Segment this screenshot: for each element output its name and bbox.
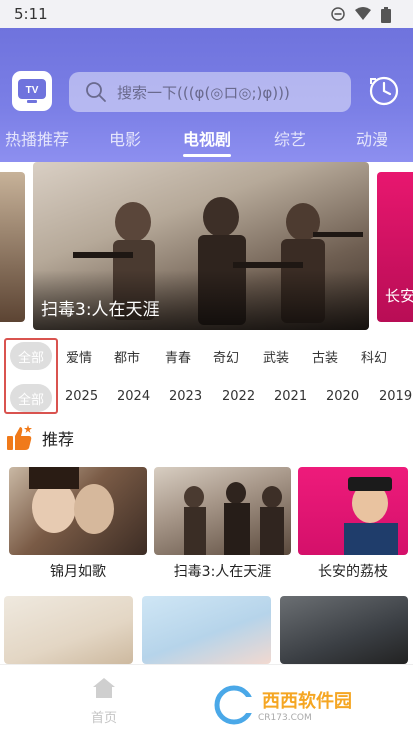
banner-prev[interactable] bbox=[0, 172, 25, 322]
year-option[interactable]: 2020 bbox=[326, 389, 359, 404]
status-bar: 5:11 bbox=[0, 0, 413, 28]
genre-option[interactable]: 都市 bbox=[114, 347, 140, 366]
status-time: 5:11 bbox=[14, 5, 48, 23]
card-title: 扫毒3:人在天涯 bbox=[173, 564, 272, 580]
card-title: 长安的荔枝 bbox=[318, 564, 388, 580]
nav-home-label: 首页 bbox=[90, 711, 117, 726]
genre-option[interactable]: 武装 bbox=[263, 347, 289, 366]
video-card-partial[interactable] bbox=[280, 596, 408, 664]
tab-movie[interactable]: 电影 bbox=[109, 126, 141, 150]
year-filter-row: 全部 2025 2024 2023 2022 2021 2020 2019 bbox=[0, 382, 413, 414]
tv-logo-icon: TV bbox=[18, 79, 46, 103]
watermark-logo-icon bbox=[214, 685, 256, 725]
year-option[interactable]: 2022 bbox=[222, 389, 255, 404]
all-filter-highlight bbox=[4, 338, 58, 414]
card-poster bbox=[280, 596, 408, 664]
tab-anime[interactable]: 动漫 bbox=[356, 126, 388, 150]
year-option[interactable]: 2023 bbox=[169, 389, 202, 404]
genre-option[interactable]: 科幻 bbox=[361, 347, 387, 366]
card-poster bbox=[298, 467, 408, 555]
banner-carousel[interactable]: 扫毒3:人在天涯 长安 bbox=[0, 162, 413, 330]
battery-icon bbox=[381, 7, 391, 23]
search-placeholder: 搜索一下(((φ(◎ロ◎;)φ))) bbox=[117, 83, 290, 102]
watermark-brand: 西西软件园 bbox=[262, 691, 352, 712]
tab-hot[interactable]: 热播推荐 bbox=[5, 126, 69, 150]
history-icon[interactable] bbox=[367, 74, 401, 108]
logo-text: TV bbox=[26, 85, 39, 96]
tv-logo[interactable]: TV bbox=[12, 71, 52, 111]
year-option[interactable]: 2025 bbox=[65, 389, 98, 404]
video-card[interactable]: 长安的荔枝 bbox=[298, 467, 408, 581]
year-option[interactable]: 2024 bbox=[117, 389, 150, 404]
year-option[interactable]: 2019 bbox=[379, 389, 412, 404]
card-poster bbox=[154, 467, 291, 555]
active-tab-indicator bbox=[183, 154, 231, 157]
recommend-header: 推荐 bbox=[6, 424, 74, 452]
genre-option[interactable]: 青春 bbox=[165, 347, 191, 366]
video-card-partial[interactable] bbox=[4, 596, 133, 664]
do-not-disturb-icon bbox=[331, 7, 345, 21]
card-poster bbox=[4, 596, 133, 664]
video-card[interactable]: 扫毒3:人在天涯 bbox=[154, 467, 291, 581]
genre-option[interactable]: 奇幻 bbox=[213, 347, 239, 366]
site-watermark: 西西软件园 CR173.COM bbox=[214, 684, 394, 726]
wifi-icon bbox=[355, 7, 371, 20]
banner-next-title: 长安 bbox=[385, 287, 413, 305]
search-icon bbox=[86, 82, 106, 102]
recommend-label: 推荐 bbox=[42, 430, 75, 449]
banner-main[interactable]: 扫毒3:人在天涯 bbox=[33, 162, 369, 330]
home-icon bbox=[93, 678, 115, 698]
tab-variety[interactable]: 综艺 bbox=[274, 126, 306, 150]
app-header: TV 搜索一下(((φ(◎ロ◎;)φ))) 热播推荐 电影 电视剧 综艺 动漫 bbox=[0, 28, 413, 162]
card-poster bbox=[142, 596, 271, 664]
thumbs-up-icon bbox=[7, 425, 32, 450]
genre-filter-row: 全部 爱情 都市 青春 奇幻 武装 古装 科幻 bbox=[0, 340, 413, 372]
genre-option[interactable]: 古装 bbox=[312, 347, 338, 366]
watermark-site: CR173.COM bbox=[258, 713, 312, 723]
nav-home[interactable]: 首页 bbox=[82, 677, 126, 726]
banner-next[interactable]: 长安 bbox=[377, 172, 413, 322]
video-card[interactable]: 锦月如歌 bbox=[9, 467, 147, 581]
card-poster bbox=[9, 467, 147, 555]
category-tabs: 热播推荐 电影 电视剧 综艺 动漫 bbox=[0, 122, 413, 157]
tab-tv-series[interactable]: 电视剧 bbox=[183, 126, 231, 150]
banner-title: 扫毒3:人在天涯 bbox=[41, 300, 160, 320]
year-option[interactable]: 2021 bbox=[274, 389, 307, 404]
system-icons bbox=[331, 7, 391, 23]
genre-option[interactable]: 爱情 bbox=[66, 347, 92, 366]
search-bar[interactable]: 搜索一下(((φ(◎ロ◎;)φ))) bbox=[69, 72, 351, 112]
card-title: 锦月如歌 bbox=[50, 564, 106, 580]
video-card-partial[interactable] bbox=[142, 596, 271, 664]
